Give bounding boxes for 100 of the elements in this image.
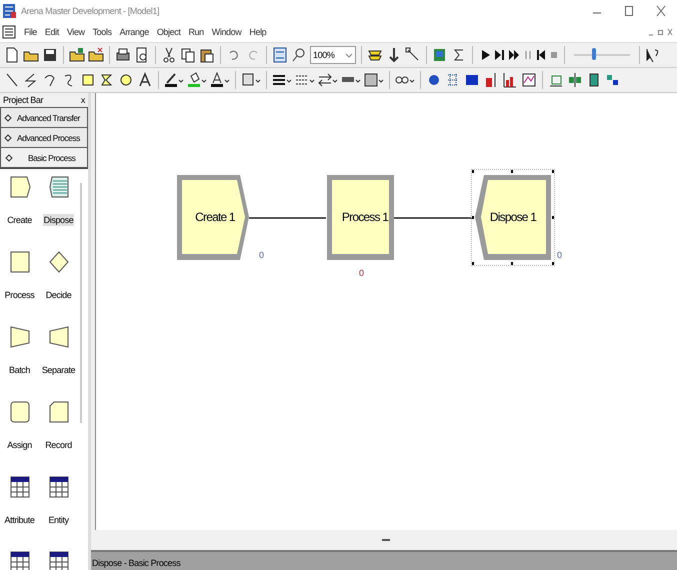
polyline-icon[interactable] xyxy=(23,72,39,88)
counter: 0 xyxy=(359,268,364,278)
arrow-style-icon[interactable] xyxy=(318,72,338,88)
decide-module-icon[interactable] xyxy=(48,250,70,274)
fill-color-icon[interactable] xyxy=(187,72,207,88)
fast-forward-icon[interactable] xyxy=(508,47,520,63)
fill-pattern-icon[interactable] xyxy=(364,72,384,88)
selection-handle[interactable] xyxy=(552,262,554,265)
line-icon[interactable] xyxy=(4,72,20,88)
document-icon[interactable] xyxy=(2,25,16,39)
module-label[interactable]: Batch xyxy=(8,364,31,376)
process-module-icon[interactable] xyxy=(8,250,30,274)
font-icon[interactable] xyxy=(241,72,261,88)
menu-item[interactable]: File xyxy=(24,27,37,37)
panel-title: Project Bar xyxy=(3,95,44,105)
selection-handle[interactable] xyxy=(472,216,474,219)
folder-icon[interactable] xyxy=(69,47,85,63)
print-icon[interactable] xyxy=(115,47,131,63)
menu-item[interactable]: Edit xyxy=(44,27,59,37)
counter: 0 xyxy=(557,250,562,260)
restore-icon[interactable] xyxy=(657,28,664,36)
globe-icon[interactable] xyxy=(426,72,442,88)
menu-item[interactable]: View xyxy=(66,27,85,37)
line-width-icon[interactable] xyxy=(272,72,292,88)
new-file-icon[interactable] xyxy=(4,47,20,63)
menu-item[interactable]: Arrange xyxy=(120,27,149,37)
module-label: Dispose 1 xyxy=(488,210,538,224)
table-module-icon[interactable] xyxy=(8,550,30,570)
copy-icon[interactable] xyxy=(180,47,196,63)
close-icon[interactable] xyxy=(667,28,673,36)
ellipse-icon[interactable] xyxy=(118,72,134,88)
module-label[interactable]: Decide xyxy=(44,289,72,301)
diamond-icon[interactable] xyxy=(5,154,13,162)
polygon-icon[interactable] xyxy=(99,72,115,88)
dispose-module[interactable] xyxy=(474,174,552,261)
module-label[interactable]: Process xyxy=(4,289,36,301)
save-icon[interactable] xyxy=(42,47,58,63)
menu-item[interactable]: Tools xyxy=(92,27,112,37)
panel-tab[interactable]: Advanced Process xyxy=(0,127,88,148)
connector-line[interactable] xyxy=(394,217,474,219)
step-icon[interactable] xyxy=(493,47,505,63)
module-label[interactable]: Separate xyxy=(40,364,76,376)
menu-item[interactable]: Window xyxy=(212,27,242,37)
connector-line[interactable] xyxy=(249,217,326,219)
table-module-icon[interactable] xyxy=(48,475,70,499)
selection-handle[interactable] xyxy=(552,216,554,219)
seize-icon[interactable] xyxy=(567,72,583,88)
selection-handle[interactable] xyxy=(472,262,474,265)
text-icon[interactable] xyxy=(137,72,153,88)
counter: 0 xyxy=(259,250,264,260)
line-color-icon[interactable] xyxy=(164,72,184,88)
separate-module-icon[interactable] xyxy=(48,325,70,349)
module-label[interactable]: Attribute xyxy=(4,514,36,526)
batch-module-icon[interactable] xyxy=(8,325,30,349)
rectangle-icon[interactable] xyxy=(80,72,96,88)
selection-handle[interactable] xyxy=(511,170,513,173)
close-icon[interactable] xyxy=(655,5,667,17)
layers-icon[interactable] xyxy=(272,47,288,63)
module-label[interactable]: Create xyxy=(6,214,33,226)
status-text: Dispose - Basic Process xyxy=(92,558,180,570)
table-module-icon[interactable] xyxy=(8,475,30,499)
module-label: Process 1 xyxy=(340,210,390,224)
help-pointer-icon[interactable] xyxy=(645,47,661,63)
zoom-icon[interactable] xyxy=(291,47,307,63)
menu-item[interactable]: Help xyxy=(249,27,266,37)
cut-icon[interactable] xyxy=(161,47,177,63)
dispose-module-icon[interactable] xyxy=(48,175,70,199)
panel-tab[interactable]: Advanced Transfer xyxy=(0,107,88,128)
diamond-icon[interactable] xyxy=(4,134,12,142)
rewind-icon[interactable] xyxy=(536,47,546,63)
selection-handle[interactable] xyxy=(511,262,513,265)
selection-handle[interactable] xyxy=(552,170,554,173)
selection-handle[interactable] xyxy=(472,170,474,173)
app-logo-icon[interactable] xyxy=(2,3,18,19)
text-color-icon[interactable] xyxy=(210,72,230,88)
scrollbar[interactable] xyxy=(80,183,82,423)
menu-item[interactable]: Run xyxy=(188,27,204,37)
diamond-icon[interactable] xyxy=(4,114,12,122)
maximize-icon[interactable] xyxy=(623,5,635,17)
module-label[interactable]: Assign xyxy=(6,439,33,451)
connect-icon[interactable] xyxy=(405,47,421,63)
paste-icon[interactable] xyxy=(199,47,215,63)
plot-icon[interactable] xyxy=(521,72,537,88)
panel-tab[interactable]: Basic Process xyxy=(0,147,88,168)
histogram-icon[interactable] xyxy=(502,72,518,88)
module-label: Create 1 xyxy=(194,210,236,224)
module-label[interactable]: Record xyxy=(44,439,73,451)
caret-icon[interactable] xyxy=(345,52,353,58)
splitter-handle[interactable] xyxy=(382,539,390,541)
module-label[interactable]: Dispose xyxy=(42,214,74,226)
zoom-combo[interactable]: 100% xyxy=(310,46,356,64)
close-button[interactable]: x xyxy=(80,95,85,105)
record-module-icon[interactable] xyxy=(48,400,70,424)
assign-module-icon[interactable] xyxy=(8,400,30,424)
module-label[interactable]: Entity xyxy=(47,514,70,526)
window-title: Arena Master Development - [Model1] xyxy=(21,6,160,16)
menu-item[interactable]: Object xyxy=(156,27,180,37)
create-module-icon[interactable] xyxy=(8,175,30,199)
table-module-icon[interactable] xyxy=(48,550,70,570)
folder-icon[interactable] xyxy=(88,47,104,63)
